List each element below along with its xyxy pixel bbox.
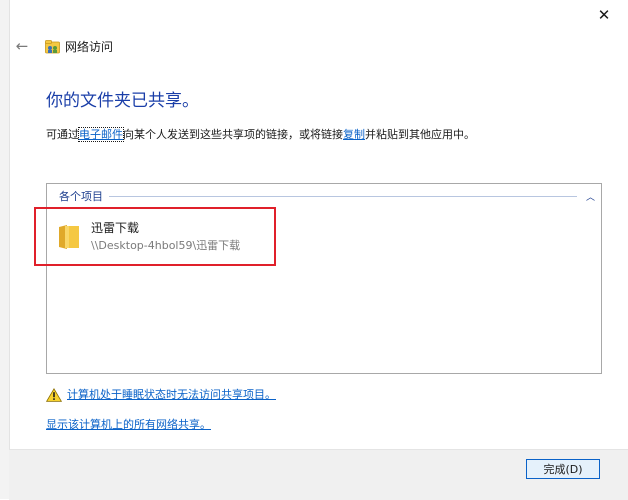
items-group-header[interactable]: 各个项目 ︿: [59, 189, 595, 203]
warning-row: 计算机处于睡眠状态时无法访问共享项目。: [45, 386, 276, 402]
desc-middle: 向某个人发送到这些共享项的链接，或将链接: [123, 128, 343, 141]
copy-link[interactable]: 复制: [343, 128, 365, 141]
sleep-warning-link[interactable]: 计算机处于睡眠状态时无法访问共享项目。: [67, 386, 276, 402]
show-all-shares-link[interactable]: 显示该计算机上的所有网络共享。: [46, 418, 211, 431]
folder-icon: [57, 223, 81, 251]
shared-items-list[interactable]: 各个项目 ︿ 迅雷下载 \\Desktop-4hbol59\迅雷下载: [46, 183, 602, 374]
item-name: 迅雷下载: [91, 221, 140, 235]
group-divider: [109, 195, 577, 197]
item-path: \\Desktop-4hbol59\迅雷下载: [91, 239, 241, 252]
group-label: 各个项目: [59, 190, 103, 203]
window-title: 网络访问: [65, 40, 114, 54]
network-share-icon: [45, 39, 60, 54]
desc-before: 可通过: [46, 128, 79, 141]
network-access-window: ✕ ← 网络访问 你的文件夹已共享。 可通过电子邮件向某个人发送到这些共享项的链…: [0, 0, 628, 500]
close-button[interactable]: ✕: [590, 4, 618, 26]
desc-after: 并粘贴到其他应用中。: [365, 128, 475, 141]
item-text: 迅雷下载 \\Desktop-4hbol59\迅雷下载: [91, 220, 240, 254]
warning-icon: [45, 387, 63, 402]
all-shares-row: 显示该计算机上的所有网络共享。: [46, 413, 211, 432]
window-title-row: 网络访问: [45, 38, 113, 55]
finish-button[interactable]: 完成(D): [526, 459, 600, 479]
close-icon: ✕: [597, 6, 611, 24]
email-link[interactable]: 电子邮件: [78, 127, 124, 142]
back-arrow-icon: ←: [15, 37, 29, 55]
list-item[interactable]: 迅雷下载 \\Desktop-4hbol59\迅雷下载: [55, 214, 277, 260]
window-edge: [0, 0, 10, 499]
page-heading: 你的文件夹已共享。: [46, 91, 199, 111]
chevron-up-icon[interactable]: ︿: [581, 190, 595, 203]
description-text: 可通过电子邮件向某个人发送到这些共享项的链接，或将链接复制并粘贴到其他应用中。: [46, 126, 475, 142]
back-button[interactable]: ←: [12, 37, 32, 55]
